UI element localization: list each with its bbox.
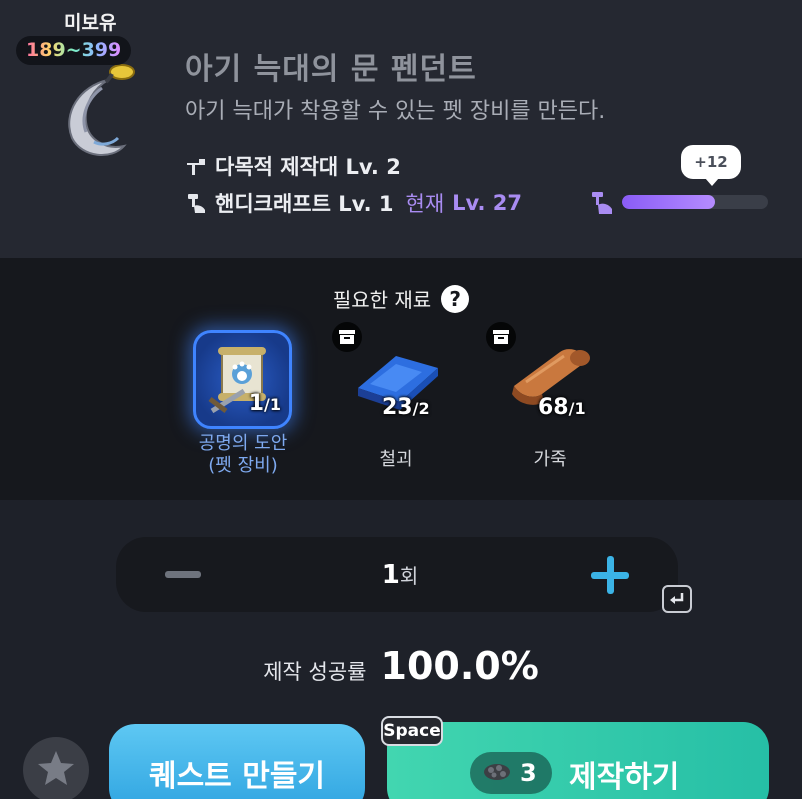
current-level-value: Lv. 27 [452, 191, 523, 215]
success-rate-label: 제작 성공률 [263, 660, 367, 684]
exp-gain-tooltip: +12 [681, 145, 741, 186]
craft-hotkey-badge: Space [381, 716, 443, 746]
craft-cost: 3 [470, 752, 552, 794]
item-description: 아기 늑대가 착용할 수 있는 펫 장비를 만든다. [185, 99, 606, 124]
hammer-hand-icon [185, 192, 207, 214]
material-count: 23/2 [382, 395, 430, 420]
item-title: 아기 늑대의 문 펜던트 [185, 52, 477, 87]
moon-pendant-icon [40, 58, 150, 168]
material-slot-iron-ingot[interactable]: 23/2 [348, 330, 458, 440]
increase-quantity-button[interactable] [591, 556, 629, 594]
material-slot-blueprint[interactable]: 1/1 [193, 330, 292, 429]
success-rate: 제작 성공률 100.0% [0, 644, 802, 688]
skill-requirement: 핸디크래프트 Lv. 1 [215, 192, 394, 216]
create-quest-button[interactable]: 퀘스트 만들기 [109, 724, 365, 799]
current-level-label: 현재 [405, 192, 445, 216]
material-count: 68/1 [538, 395, 586, 420]
enter-key-icon [662, 585, 692, 613]
quantity-unit: 회 [399, 564, 419, 588]
materials-title: 필요한 재료 [332, 288, 432, 312]
level-range-badge: 189~399 [16, 36, 132, 65]
success-rate-value: 100.0% [380, 644, 539, 688]
workbench-icon [185, 155, 207, 177]
material-name-leather: 가죽 [533, 449, 567, 470]
skill-exp-fill [622, 195, 716, 209]
craft-button-label: 제작하기 [569, 760, 680, 795]
quantity-value: 1 [381, 560, 400, 590]
skill-exp-bar [622, 195, 768, 209]
materials-header: 필요한 재료 ? [0, 284, 802, 313]
favorite-button[interactable] [23, 737, 89, 799]
material-slot-leather[interactable]: 68/1 [502, 330, 612, 440]
skill-exp-icon [590, 190, 614, 216]
required-skill: 핸디크래프트 Lv. 1 현재 Lv. 27 [185, 188, 522, 218]
craft-cost-value: 3 [520, 759, 537, 787]
material-name-iron-ingot: 철괴 [379, 449, 413, 470]
material-count: 1/1 [248, 391, 281, 416]
star-icon [37, 750, 75, 790]
required-workbench: 다목적 제작대 Lv. 2 [185, 151, 401, 181]
help-icon[interactable]: ? [441, 284, 470, 313]
workbench-requirement: 다목적 제작대 Lv. 2 [215, 155, 401, 179]
material-name-blueprint: 공명의 도안 (펫 장비) [198, 433, 288, 476]
crafting-material-icon [482, 760, 512, 786]
quantity-display: 1회 [300, 560, 500, 590]
ownership-status: 미보유 [64, 12, 117, 34]
decrease-quantity-button[interactable] [165, 571, 201, 578]
